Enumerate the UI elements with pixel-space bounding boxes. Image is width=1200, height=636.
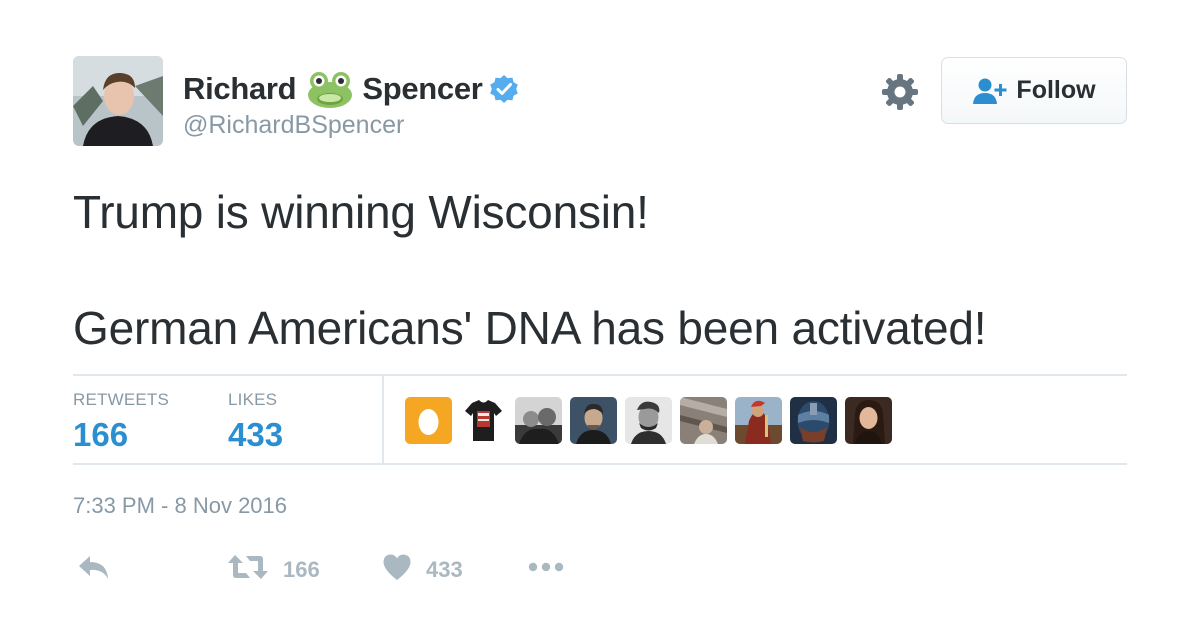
divider xyxy=(73,463,1127,465)
retweet-count: 166 xyxy=(283,556,320,582)
author-last-name: Spencer xyxy=(362,71,483,106)
author-first-name: Richard xyxy=(183,71,297,106)
likes-label: LIKES xyxy=(228,390,278,409)
liker-avatar[interactable] xyxy=(460,397,507,444)
like-button[interactable]: 433 xyxy=(382,553,463,586)
likes-stat[interactable]: LIKES 433 xyxy=(228,390,283,454)
tweet-line: German Americans' DNA has been activated… xyxy=(73,302,987,354)
more-dots-icon xyxy=(527,553,567,586)
author-avatar[interactable] xyxy=(73,56,163,146)
divider xyxy=(382,375,384,464)
tweet-timestamp[interactable]: 7:33 PM - 8 Nov 2016 xyxy=(73,493,287,519)
liker-avatar[interactable] xyxy=(515,397,562,444)
tweet-text: Trump is winning Wisconsin! German Ameri… xyxy=(73,184,1133,356)
author-handle[interactable]: @RichardBSpencer xyxy=(183,111,404,140)
follow-button[interactable]: Follow xyxy=(941,57,1127,124)
heart-icon xyxy=(382,553,412,586)
liker-avatar[interactable] xyxy=(625,397,672,444)
follow-label: Follow xyxy=(1016,76,1096,104)
add-user-icon xyxy=(972,77,1008,105)
author-name[interactable]: Richard Spencer xyxy=(183,66,519,112)
egg-avatar-icon xyxy=(405,397,452,444)
liker-avatar[interactable] xyxy=(680,397,727,444)
like-count: 433 xyxy=(426,556,463,582)
likes-count: 433 xyxy=(228,416,284,453)
painting-avatar-icon xyxy=(735,397,782,444)
liker-avatar[interactable] xyxy=(570,397,617,444)
face-avatar-icon xyxy=(790,397,837,444)
liker-avatars xyxy=(405,397,892,444)
reply-button[interactable] xyxy=(77,553,111,586)
retweets-label: RETWEETS xyxy=(73,390,170,409)
tweet-line: Trump is winning Wisconsin! xyxy=(73,186,649,238)
liker-avatar[interactable] xyxy=(405,397,452,444)
retweets-count: 166 xyxy=(73,416,129,453)
retweet-icon xyxy=(227,553,269,586)
liker-avatar[interactable] xyxy=(845,397,892,444)
divider xyxy=(73,374,1127,376)
tshirt-avatar-icon xyxy=(460,397,507,444)
frog-emoji-icon xyxy=(306,69,354,109)
portrait-avatar-icon xyxy=(570,397,617,444)
reply-icon xyxy=(77,553,111,586)
gear-icon[interactable] xyxy=(880,72,920,112)
verified-badge-icon xyxy=(489,74,519,104)
portrait-avatar-icon xyxy=(845,397,892,444)
portrait-avatar-icon xyxy=(625,397,672,444)
retweets-stat[interactable]: RETWEETS 166 xyxy=(73,390,169,454)
liker-avatar[interactable] xyxy=(735,397,782,444)
more-button[interactable] xyxy=(527,553,567,586)
liker-avatar[interactable] xyxy=(790,397,837,444)
retweet-button[interactable]: 166 xyxy=(227,553,320,586)
photo-avatar-icon xyxy=(680,397,727,444)
photo-avatar-icon xyxy=(515,397,562,444)
